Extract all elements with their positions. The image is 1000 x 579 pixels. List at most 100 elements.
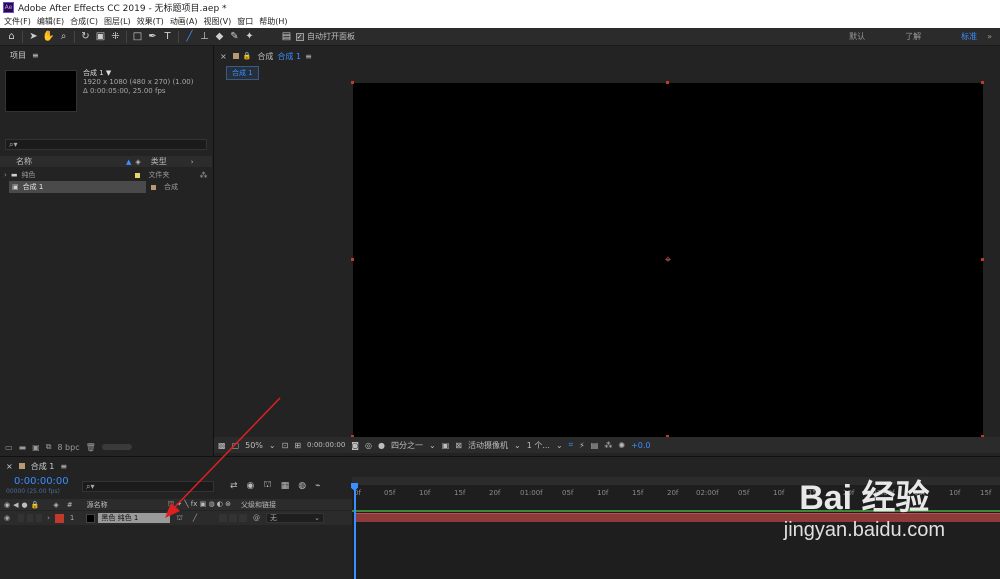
column-number[interactable]: #: [67, 501, 73, 509]
menu-view[interactable]: 视图(V): [204, 16, 232, 27]
column-type[interactable]: 类型: [151, 156, 167, 167]
snapshot-icon[interactable]: ◙: [351, 441, 359, 450]
interpret-footage-icon[interactable]: ▭: [5, 443, 13, 452]
audio-icon[interactable]: ◀: [13, 501, 18, 509]
menu-animation[interactable]: 动画(A): [170, 16, 198, 27]
reset-exposure-icon[interactable]: ✺: [618, 441, 625, 450]
menu-layer[interactable]: 图层(L): [104, 16, 131, 27]
solo-icon[interactable]: ●: [22, 501, 28, 509]
selection-tool-icon[interactable]: ➤: [26, 29, 41, 44]
solo-toggle[interactable]: [27, 514, 34, 522]
toggle-pixel-aspect-icon[interactable]: ⌗: [569, 440, 574, 450]
fit-icon[interactable]: ⊡: [282, 441, 289, 450]
motion-blur-icon[interactable]: ◍: [298, 481, 306, 491]
shy-layers-icon[interactable]: ⛫: [263, 480, 271, 491]
transform-handle[interactable]: [351, 81, 354, 84]
label-tag-icon[interactable]: ◈: [53, 501, 58, 509]
list-item[interactable]: ▣ 合成 1 合成: [0, 181, 212, 193]
timeline-icon[interactable]: ▤: [591, 441, 599, 450]
anchor-point-icon[interactable]: ⌖: [662, 254, 674, 266]
show-snapshot-icon[interactable]: ◎: [365, 441, 372, 450]
panel-menu-icon[interactable]: ≡: [60, 462, 67, 471]
chevron-down-icon[interactable]: ⌄: [514, 441, 521, 450]
puppet-pin-tool-icon[interactable]: ✦: [242, 29, 257, 44]
auto-open-checkbox-icon[interactable]: ✓: [294, 29, 305, 44]
workspace-standard[interactable]: 标准: [961, 31, 977, 42]
zoom-tool-icon[interactable]: ⌕: [56, 29, 71, 44]
audio-toggle[interactable]: [18, 514, 25, 522]
viewer-timecode[interactable]: 0:00:00:00: [307, 441, 345, 449]
viewer-panel-label[interactable]: 合成: [257, 51, 273, 62]
comp-flowchart-icon[interactable]: ⇄: [230, 481, 238, 491]
menu-composition[interactable]: 合成(C): [70, 16, 98, 27]
column-source-name[interactable]: 源名称: [87, 500, 108, 510]
auto-open-label[interactable]: 自动打开面板: [307, 31, 355, 42]
home-icon[interactable]: ⌂: [4, 29, 19, 44]
comp-info-name[interactable]: 合成 1 ▼: [83, 69, 194, 78]
switch-box[interactable]: [229, 514, 238, 522]
layer-label-color[interactable]: [54, 513, 64, 523]
region-icon[interactable]: ▢: [232, 441, 240, 450]
expand-arrow-icon[interactable]: ›: [47, 514, 50, 522]
current-time-display[interactable]: 0:00:00:00: [14, 476, 69, 487]
clone-stamp-tool-icon[interactable]: ⊥: [197, 29, 212, 44]
menu-file[interactable]: 文件(F): [4, 16, 31, 27]
adjust-icon[interactable]: ⧉: [46, 442, 52, 452]
menu-window[interactable]: 窗口: [237, 16, 253, 27]
zoom-dropdown[interactable]: 50%: [245, 441, 263, 450]
draft-3d-icon[interactable]: ◉: [247, 481, 255, 491]
close-icon[interactable]: ×: [6, 462, 13, 471]
label-color-swatch[interactable]: [151, 184, 156, 190]
lock-toggle[interactable]: [36, 514, 43, 522]
thumbnail-size-slider[interactable]: [101, 444, 132, 450]
column-name[interactable]: 名称: [16, 156, 32, 167]
workspace-default[interactable]: 默认: [849, 31, 865, 42]
fast-previews-icon[interactable]: ⚡: [579, 441, 585, 450]
composition-canvas[interactable]: ⌖: [353, 83, 983, 437]
type-tool-icon[interactable]: T: [160, 29, 175, 44]
column-parent[interactable]: 父级和链接: [241, 500, 276, 510]
rectangle-tool-icon[interactable]: □: [130, 29, 145, 44]
pickwhip-icon[interactable]: @: [253, 514, 260, 522]
transparency-grid-icon[interactable]: ⊠: [455, 441, 462, 450]
flowchart-icon[interactable]: ⁂: [199, 171, 207, 180]
resolution-dropdown[interactable]: 四分之一: [391, 440, 423, 451]
panel-menu-icon[interactable]: ≡: [305, 52, 312, 61]
timeline-search-input[interactable]: ⌕▾: [82, 481, 214, 492]
roto-brush-tool-icon[interactable]: ✎: [227, 29, 242, 44]
always-preview-icon[interactable]: ▩: [218, 441, 226, 450]
roi-icon[interactable]: ▣: [442, 441, 450, 450]
lock-icon[interactable]: 🔒: [31, 501, 40, 509]
video-visibility-icon[interactable]: ◉: [4, 501, 10, 509]
menu-edit[interactable]: 编辑(E): [37, 16, 64, 27]
hand-tool-icon[interactable]: ✋: [41, 29, 56, 44]
label-color-swatch[interactable]: [135, 172, 141, 178]
lock-icon[interactable]: 🔒: [243, 52, 252, 60]
shy-switch-icon[interactable]: ⛫: [176, 514, 182, 523]
switch-box[interactable]: [219, 514, 228, 522]
exposure-value[interactable]: +0.0: [631, 441, 650, 450]
list-item-selected-name[interactable]: ▣ 合成 1: [9, 181, 146, 193]
panel-icon[interactable]: ▤: [279, 29, 294, 44]
transform-handle[interactable]: [981, 81, 984, 84]
graph-editor-icon[interactable]: ⌁: [315, 481, 320, 491]
transform-handle[interactable]: [666, 81, 669, 84]
tab-comp-1-timeline[interactable]: 合成 1: [31, 461, 55, 472]
comp-subtab[interactable]: 合成 1: [226, 66, 259, 80]
workspace-overflow[interactable]: »: [987, 32, 992, 41]
chevron-down-icon[interactable]: ⌄: [269, 441, 276, 450]
camera-dropdown[interactable]: 活动摄像机: [468, 440, 508, 451]
grid-icon[interactable]: ⊞: [294, 441, 301, 450]
column-more-icon[interactable]: ›: [191, 158, 194, 166]
eye-icon[interactable]: ◉: [4, 514, 10, 522]
flowchart-icon[interactable]: ⁂: [604, 441, 612, 450]
new-comp-icon[interactable]: ▣: [32, 443, 40, 452]
camera-tool-icon[interactable]: ▣: [93, 29, 108, 44]
tab-comp-1[interactable]: 合成 1: [277, 51, 301, 62]
views-dropdown[interactable]: 1 个...: [527, 440, 550, 451]
sort-up-icon[interactable]: ▲: [126, 158, 131, 166]
color-channel-icon[interactable]: ●: [378, 441, 385, 450]
panel-menu-icon[interactable]: ≡: [32, 51, 39, 60]
menu-effect[interactable]: 效果(T): [137, 16, 164, 27]
menu-help[interactable]: 帮助(H): [259, 16, 287, 27]
